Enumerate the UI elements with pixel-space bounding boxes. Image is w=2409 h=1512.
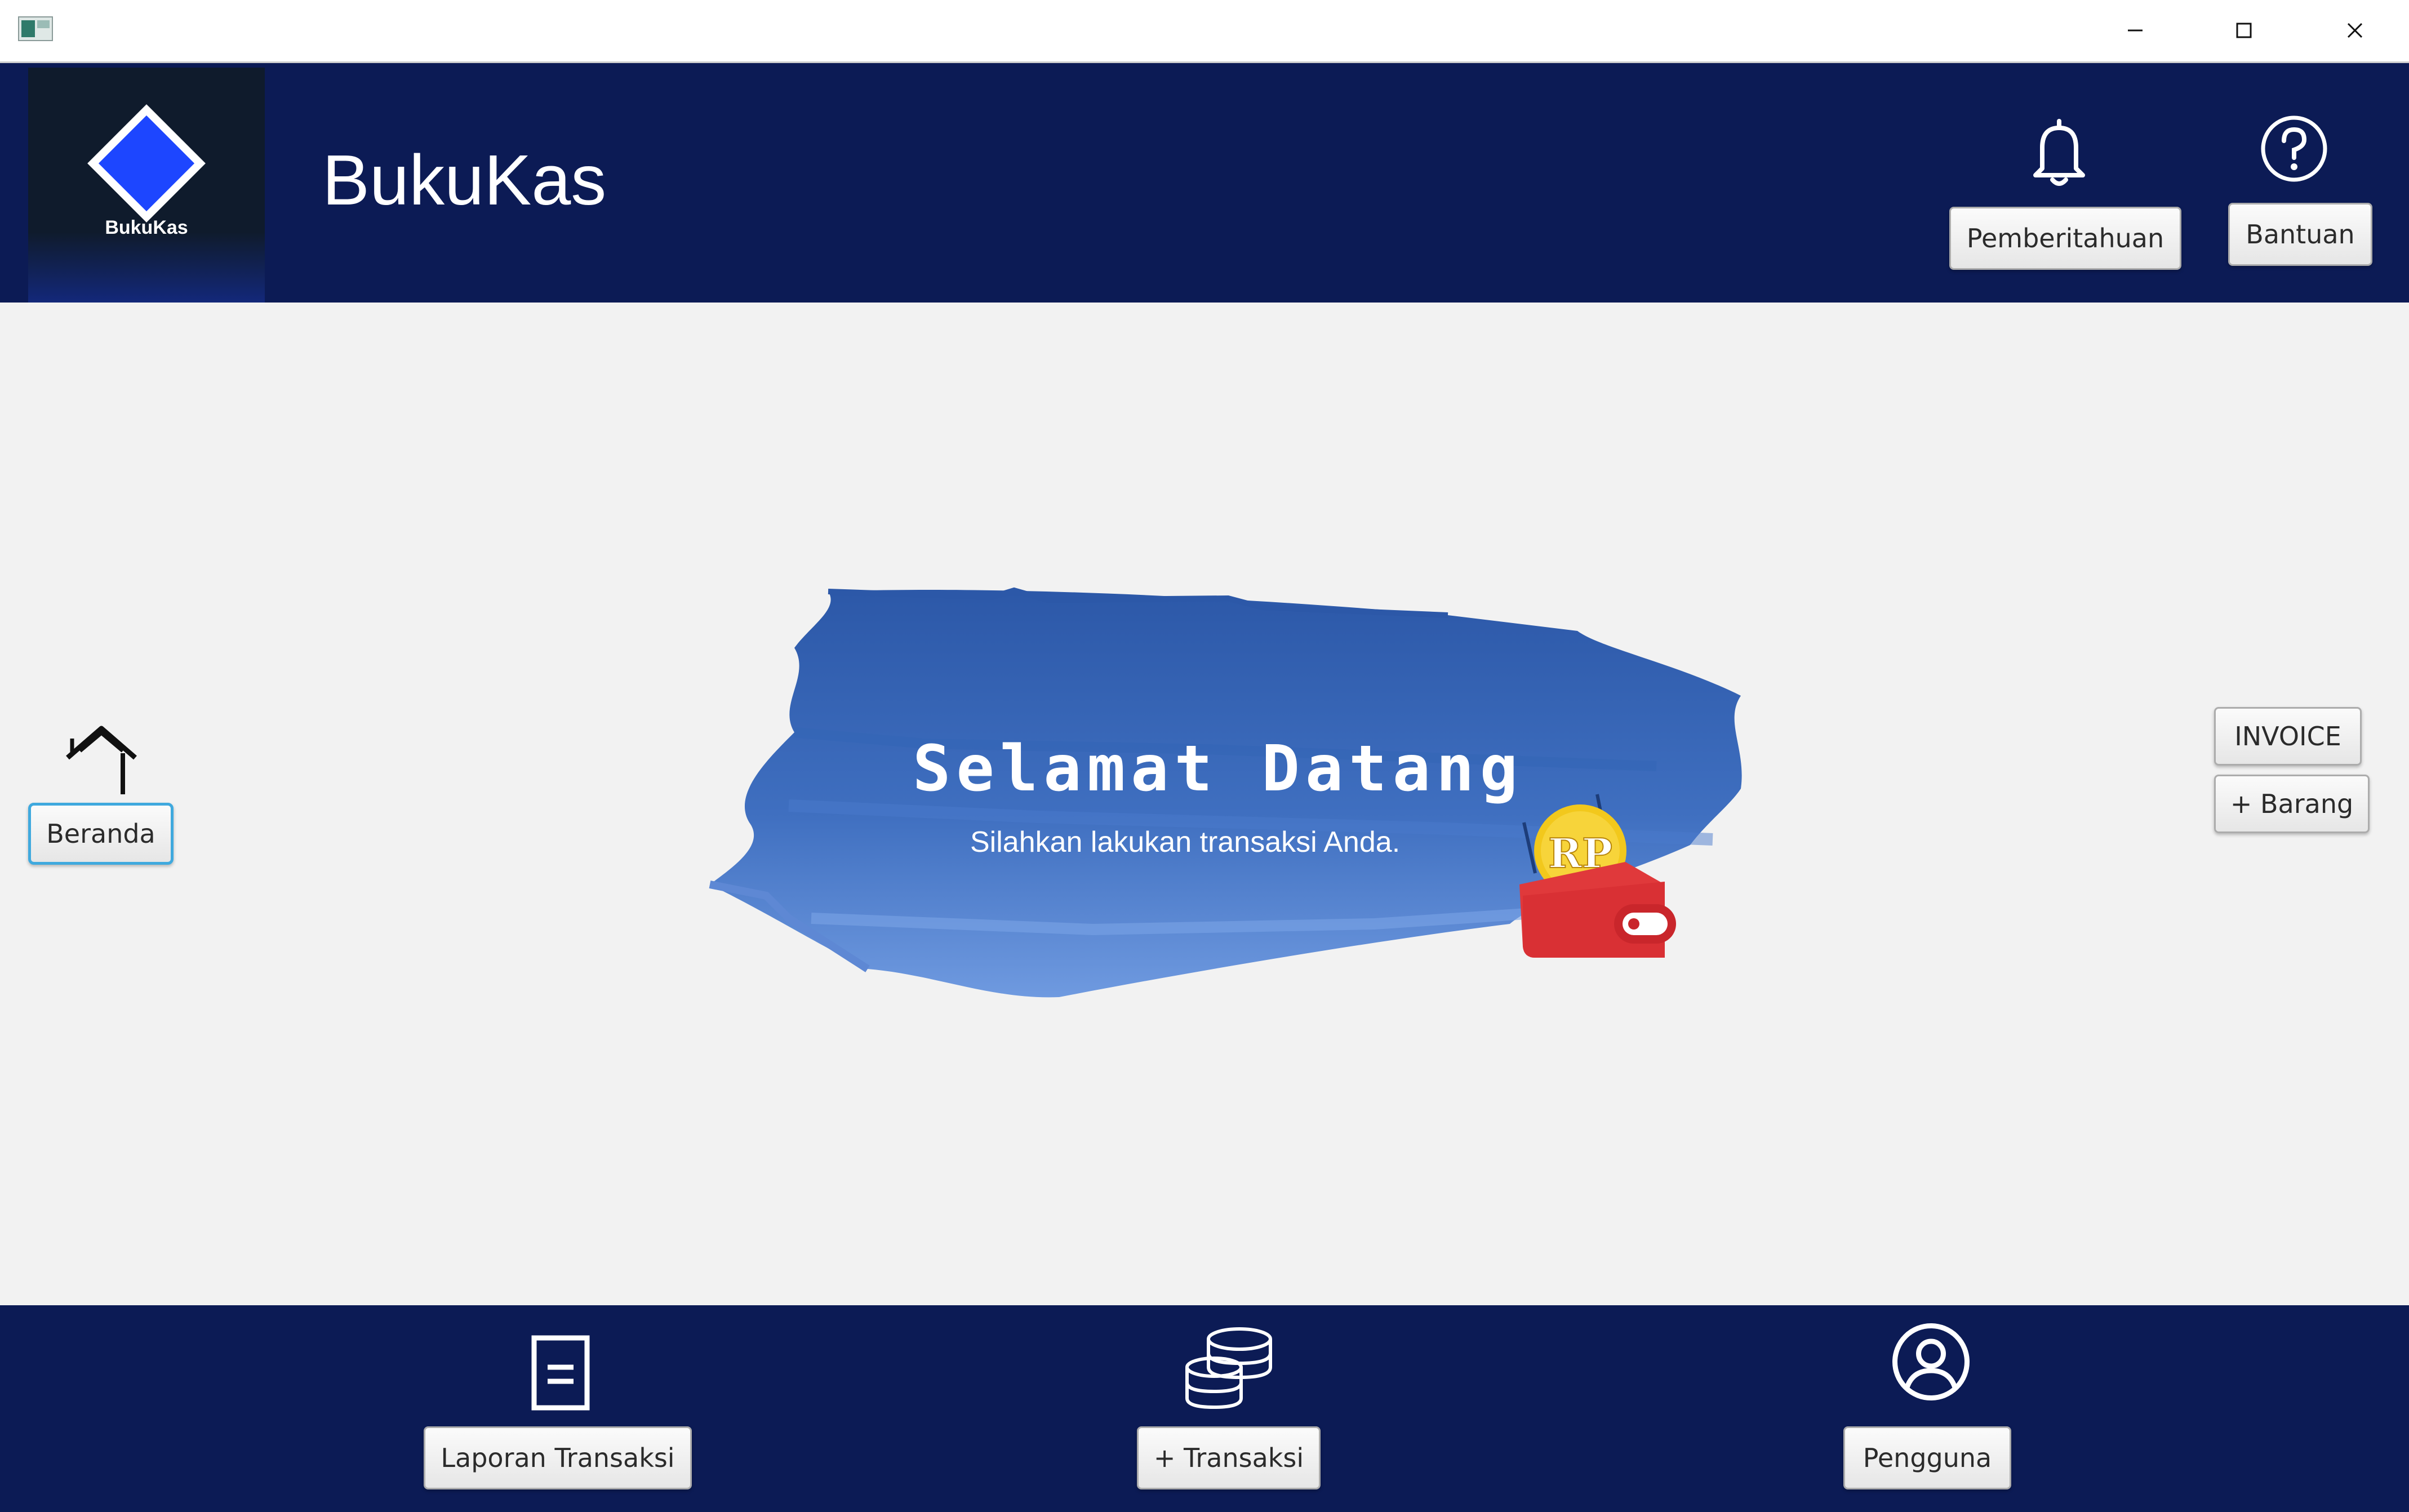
help-button[interactable]: Bantuan — [2228, 203, 2372, 266]
close-icon — [2347, 23, 2363, 38]
add-item-button[interactable]: + Barang — [2214, 775, 2370, 833]
wallet-icon: RP — [1519, 794, 1676, 958]
minimize-button[interactable] — [2093, 0, 2177, 61]
welcome-subtitle: Silahkan lakukan transaksi Anda. — [970, 826, 1401, 859]
logo-diamond-icon — [87, 104, 206, 223]
app-window-icon — [18, 15, 53, 43]
notification-button[interactable]: Pemberitahuan — [1949, 207, 2181, 270]
document-icon — [531, 1335, 590, 1411]
bell-icon — [2033, 119, 2085, 186]
window-title-bar — [0, 0, 2409, 63]
app-title: BukuKas — [322, 140, 607, 220]
logo-text: BukuKas — [105, 217, 188, 238]
app-footer: Laporan Transaksi + Transaksi Pengguna — [0, 1305, 2409, 1512]
close-button[interactable] — [2313, 0, 2397, 61]
minimize-icon — [2128, 29, 2143, 32]
app-header: BukuKas BukuKas Pemberitahuan Bantuan — [0, 63, 2409, 303]
report-button[interactable]: Laporan Transaksi — [424, 1426, 692, 1489]
home-icon — [66, 726, 137, 794]
logo: BukuKas — [28, 68, 265, 303]
add-transaction-button[interactable]: + Transaksi — [1137, 1426, 1321, 1489]
user-circle-icon — [1892, 1323, 1970, 1400]
user-button[interactable]: Pengguna — [1843, 1426, 2011, 1489]
welcome-title: Selamat Datang — [913, 732, 1524, 806]
question-circle-icon — [2261, 115, 2327, 182]
maximize-icon — [2236, 23, 2252, 38]
maximize-button[interactable] — [2202, 0, 2286, 61]
coins-icon — [1185, 1327, 1272, 1409]
invoice-button[interactable]: INVOICE — [2214, 707, 2362, 766]
home-button[interactable]: Beranda — [28, 803, 174, 865]
